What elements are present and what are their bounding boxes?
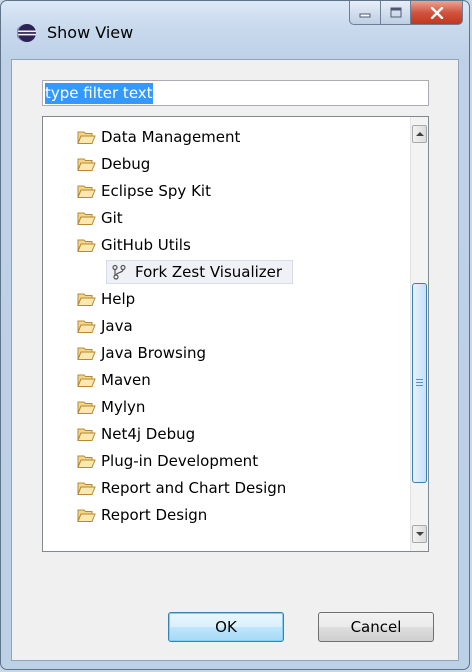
tree-item-label: Report Design [101, 506, 208, 524]
minimize-icon [359, 13, 371, 17]
filter-input[interactable]: type filter text [42, 80, 429, 106]
tree-item-java[interactable]: Java [77, 314, 133, 338]
tree-item-github-utils[interactable]: GitHub Utils [77, 233, 191, 257]
eclipse-icon [17, 24, 36, 42]
tree-item-label: Java [101, 317, 133, 335]
cancel-button[interactable]: Cancel [318, 612, 434, 642]
tree-item-label: Git [101, 209, 123, 227]
folder-open-icon [77, 401, 96, 414]
tree-item-label: Fork Zest Visualizer [135, 263, 283, 281]
tree-item-java-browsing[interactable]: Java Browsing [77, 341, 206, 365]
tree-item-debug[interactable]: Debug [77, 152, 150, 176]
caption-buttons [349, 1, 463, 27]
filter-text: type filter text [45, 82, 153, 104]
tree-item-eclipse-spy-kit[interactable]: Eclipse Spy Kit [77, 179, 211, 203]
tree-item-label: GitHub Utils [101, 236, 191, 254]
close-button[interactable] [411, 1, 463, 25]
tree-item-mylyn[interactable]: Mylyn [77, 395, 145, 419]
folder-open-icon [77, 482, 96, 495]
tree-item-label: Java Browsing [101, 344, 207, 362]
tree-item-label: Plug-in Development [101, 452, 259, 470]
window-title: Show View [47, 23, 134, 42]
tree-item-label: Eclipse Spy Kit [101, 182, 211, 200]
tree-item-label: Report and Chart Design [101, 479, 287, 497]
close-icon [430, 6, 443, 19]
title-bar[interactable]: Show View [1, 1, 469, 57]
folder-open-icon [77, 374, 96, 387]
tree-scrollbar[interactable] [410, 117, 428, 551]
ok-button[interactable]: OK [168, 612, 284, 642]
view-tree[interactable]: Data Management Debug Eclipse Spy Kit Gi… [42, 116, 429, 552]
tree-item-report-design[interactable]: Report Design [77, 503, 207, 527]
tree-item-net4j-debug[interactable]: Net4j Debug [77, 422, 195, 446]
minimize-button[interactable] [349, 1, 381, 25]
folder-open-icon [77, 347, 96, 360]
scroll-up-button[interactable] [412, 125, 427, 143]
tree-item-git[interactable]: Git [77, 206, 123, 230]
folder-open-icon [77, 509, 96, 522]
tree-item-label: Data Management [101, 128, 241, 146]
tree-item-label: Debug [101, 155, 151, 173]
git-fork-icon [112, 264, 126, 280]
tree-item-label: Maven [101, 371, 151, 389]
tree-item-label: Mylyn [101, 398, 146, 416]
tree-item-maven[interactable]: Maven [77, 368, 151, 392]
tree-item-data-management[interactable]: Data Management [77, 125, 240, 149]
maximize-button[interactable] [381, 1, 411, 25]
folder-open-icon [77, 320, 96, 333]
dialog-body: type filter text Data Management Debug E… [11, 59, 459, 661]
folder-open-icon [77, 428, 96, 441]
chevron-down-icon [415, 532, 424, 536]
tree-item-help[interactable]: Help [77, 287, 135, 311]
folder-open-icon [77, 455, 96, 468]
show-view-dialog: Show View type filter text Data Manageme… [0, 0, 470, 670]
maximize-icon [390, 7, 401, 18]
tree-item-plug-in-development[interactable]: Plug-in Development [77, 449, 258, 473]
grip-icon [416, 379, 423, 386]
folder-open-icon [77, 131, 96, 144]
tree-item-fork-zest-visualizer[interactable]: Fork Zest Visualizer [106, 260, 294, 284]
tree-item-report-and-chart-design[interactable]: Report and Chart Design [77, 476, 286, 500]
tree-item-label: Net4j Debug [101, 425, 196, 443]
chevron-up-icon [415, 132, 424, 136]
tree-item-label: Help [101, 290, 136, 308]
scroll-down-button[interactable] [412, 525, 427, 543]
folder-open-icon [77, 239, 96, 252]
folder-open-icon [77, 158, 96, 171]
folder-open-icon [77, 212, 96, 225]
scroll-thumb[interactable] [412, 283, 427, 483]
folder-open-icon [77, 293, 96, 306]
folder-open-icon [77, 185, 96, 198]
